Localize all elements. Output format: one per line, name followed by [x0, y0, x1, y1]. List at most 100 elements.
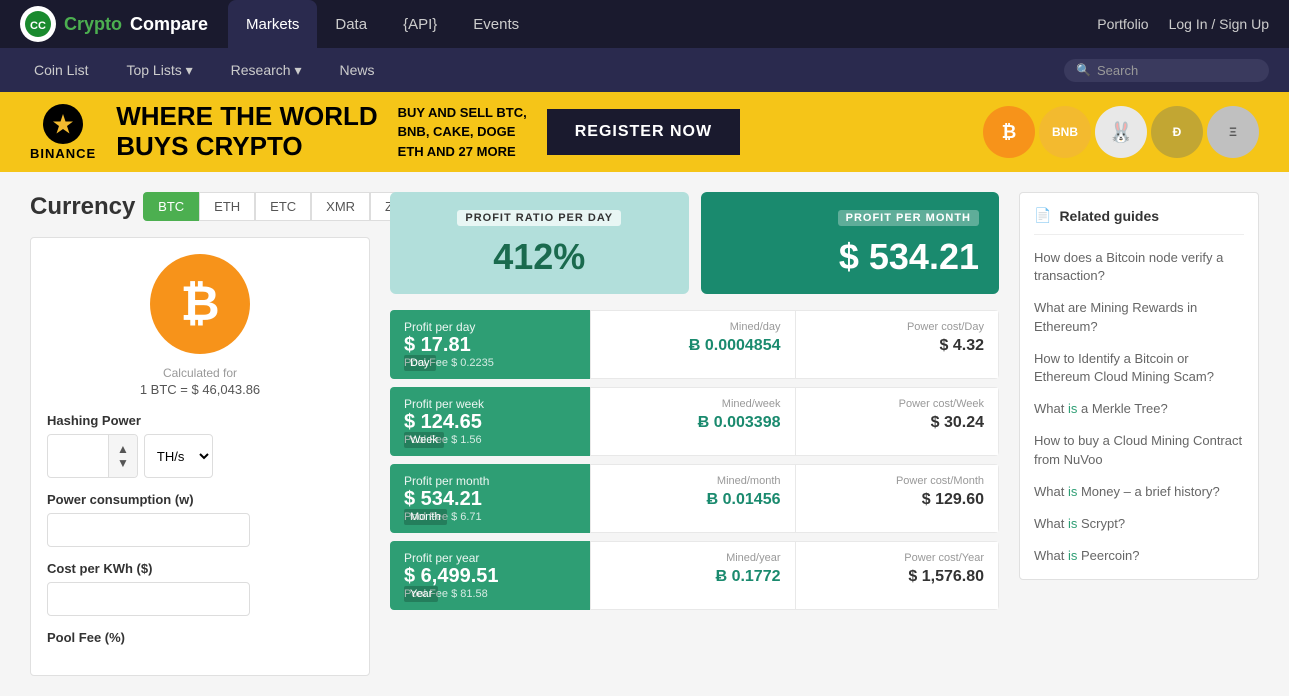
profit-row-mid: Mined/month Ƀ 0.01456	[590, 464, 795, 533]
profit-row-left: Profit per year $ 6,499.51 Pool Fee $ 81…	[390, 541, 590, 610]
profit-summary: PROFIT RATIO PER DAY 412% PROFIT PER MON…	[390, 192, 999, 294]
related-guides-header: 📄 Related guides	[1034, 207, 1244, 235]
banner-logo: BINANCE	[30, 104, 96, 161]
hashing-power-unit-select[interactable]: TH/s GH/s MH/s	[144, 434, 213, 478]
logo-icon: CC	[20, 6, 56, 42]
search-input[interactable]	[1097, 63, 1257, 78]
profit-month-label: PROFIT PER MONTH	[838, 210, 979, 226]
related-guides: 📄 Related guides How does a Bitcoin node…	[1019, 192, 1259, 580]
profit-row-label: Profit per day	[404, 320, 576, 334]
banner-coins: ₿ BNB 🐰 Ð Ξ	[983, 106, 1259, 158]
profit-row-right: Power cost/Day $ 4.32	[795, 310, 1000, 379]
btc-icon: ₿	[150, 254, 250, 354]
guide-link[interactable]: What is a Merkle Tree?	[1034, 400, 1244, 418]
tab-xmr[interactable]: XMR	[311, 192, 370, 221]
sub-nav-news[interactable]: News	[325, 48, 388, 92]
top-nav-links: Markets Data {API} Events	[228, 0, 1097, 48]
hashing-power-input[interactable]: 70	[48, 440, 108, 472]
cost-label: Power cost/Year	[810, 552, 985, 564]
profit-month-value: $ 534.21	[721, 236, 980, 278]
cost-label: Power cost/Week	[810, 398, 985, 410]
calc-rate-label: Calculated for	[47, 366, 353, 380]
cost-value: $ 129.60	[810, 491, 985, 509]
hashing-power-input-row: 70 ▲▼ TH/s GH/s MH/s	[47, 434, 353, 478]
mined-value: Ƀ 0.01456	[605, 491, 781, 509]
document-icon: 📄	[1034, 207, 1051, 224]
cost-per-kwh-input[interactable]: 0.12	[47, 582, 250, 616]
profit-row-value: $ 6,499.51	[404, 565, 576, 588]
power-consumption-section: Power consumption (w) 1500	[47, 492, 353, 547]
coin-bnb: BNB	[1039, 106, 1091, 158]
guide-link[interactable]: What is Scrypt?	[1034, 515, 1244, 533]
tab-btc[interactable]: BTC	[143, 192, 199, 221]
profit-card-day: PROFIT RATIO PER DAY 412%	[390, 192, 689, 294]
guide-link[interactable]: What are Mining Rewards in Ethereum?	[1034, 299, 1244, 335]
guide-link[interactable]: What is Money – a brief history?	[1034, 483, 1244, 501]
guide-link[interactable]: How to buy a Cloud Mining Contract from …	[1034, 432, 1244, 468]
banner-headline-line2: BUYS CRYPTO	[116, 132, 377, 162]
logo: CC CryptoCompare	[20, 6, 208, 42]
nav-api[interactable]: {API}	[385, 0, 455, 48]
tab-eth[interactable]: ETH	[199, 192, 255, 221]
hashing-power-section: Hashing Power 70 ▲▼ TH/s GH/s MH/s	[47, 413, 353, 478]
currency-title: Currency	[30, 193, 135, 221]
sub-nav-research[interactable]: Research ▾	[217, 48, 316, 92]
hashing-power-label: Hashing Power	[47, 413, 353, 428]
register-now-button[interactable]: REGISTER NOW	[547, 109, 740, 155]
guide-link[interactable]: How to Identify a Bitcoin or Ethereum Cl…	[1034, 350, 1244, 386]
nav-events[interactable]: Events	[455, 0, 537, 48]
sub-nav-top-lists[interactable]: Top Lists ▾	[112, 48, 206, 92]
coin-bunny: 🐰	[1095, 106, 1147, 158]
coin-eth: Ξ	[1207, 106, 1259, 158]
guide-link[interactable]: What is Peercoin?	[1034, 547, 1244, 565]
binance-logo-icon	[43, 104, 83, 144]
calculator-box: ₿ Calculated for 1 BTC = $ 46,043.86 Has…	[30, 237, 370, 676]
portfolio-link[interactable]: Portfolio	[1097, 16, 1148, 32]
center-panel: PROFIT RATIO PER DAY 412% PROFIT PER MON…	[390, 192, 999, 676]
banner-sub-text: BUY AND SELL BTC,BNB, CAKE, DOGEETH AND …	[398, 103, 527, 162]
main-content: Currency BTC ETH ETC XMR ZEC DASH LTC ₿ …	[0, 172, 1289, 696]
nav-markets[interactable]: Markets	[228, 0, 317, 48]
mined-label: Mined/month	[605, 475, 781, 487]
profit-row-left: Profit per week $ 124.65 Pool Fee $ 1.56…	[390, 387, 590, 456]
power-consumption-input[interactable]: 1500	[47, 513, 250, 547]
profit-row-period: Month	[404, 509, 447, 525]
cost-value: $ 4.32	[810, 337, 985, 355]
cost-label: Power cost/Month	[810, 475, 985, 487]
top-nav: CC CryptoCompare Markets Data {API} Even…	[0, 0, 1289, 48]
profit-row-value: $ 124.65	[404, 411, 576, 434]
tab-etc[interactable]: ETC	[255, 192, 311, 221]
profit-row: Profit per month $ 534.21 Pool Fee $ 6.7…	[390, 464, 999, 533]
mined-value: Ƀ 0.003398	[605, 414, 781, 432]
banner-logo-text: BINANCE	[30, 146, 96, 161]
nav-data[interactable]: Data	[317, 0, 385, 48]
svg-text:CC: CC	[30, 20, 46, 32]
pool-fee-label: Pool Fee (%)	[47, 630, 353, 645]
search-box: 🔍	[1064, 59, 1269, 82]
hashing-power-stepper-btn[interactable]: ▲▼	[108, 435, 137, 477]
profit-row-left: Profit per month $ 534.21 Pool Fee $ 6.7…	[390, 464, 590, 533]
mined-label: Mined/week	[605, 398, 781, 410]
currency-header-row: Currency BTC ETH ETC XMR ZEC DASH LTC	[30, 192, 370, 221]
guide-link[interactable]: How does a Bitcoin node verify a transac…	[1034, 249, 1244, 285]
sub-nav-coin-list[interactable]: Coin List	[20, 48, 102, 92]
related-guides-title: Related guides	[1059, 208, 1159, 224]
cost-value: $ 30.24	[810, 414, 985, 432]
profit-row-value: $ 17.81	[404, 334, 576, 357]
calc-rate-value: 1 BTC = $ 46,043.86	[47, 382, 353, 397]
profit-row-period: Year	[404, 586, 438, 602]
login-signup-link[interactable]: Log In / Sign Up	[1169, 16, 1269, 32]
profit-row-mid: Mined/week Ƀ 0.003398	[590, 387, 795, 456]
profit-row-period: Day	[404, 355, 436, 371]
right-panel: 📄 Related guides How does a Bitcoin node…	[1019, 192, 1259, 676]
mined-value: Ƀ 0.1772	[605, 568, 781, 586]
left-panel: Currency BTC ETH ETC XMR ZEC DASH LTC ₿ …	[30, 192, 370, 676]
guide-links-container: How does a Bitcoin node verify a transac…	[1034, 249, 1244, 565]
banner: BINANCE WHERE THE WORLD BUYS CRYPTO BUY …	[0, 92, 1289, 172]
search-icon: 🔍	[1076, 63, 1091, 77]
cost-value: $ 1,576.80	[810, 568, 985, 586]
profit-row-value: $ 534.21	[404, 488, 576, 511]
profit-row-label: Profit per week	[404, 397, 576, 411]
mined-label: Mined/day	[605, 321, 781, 333]
coin-doge: Ð	[1151, 106, 1203, 158]
